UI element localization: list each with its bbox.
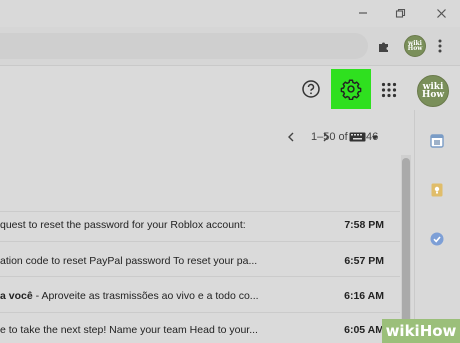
email-time: 6:57 PM <box>344 255 384 267</box>
keyboard-icon[interactable] <box>347 130 381 144</box>
chevron-left-icon[interactable] <box>282 128 300 146</box>
email-time: 6:16 AM <box>344 290 384 302</box>
help-icon[interactable] <box>300 78 322 100</box>
watermark-text: wikiHow <box>385 322 457 340</box>
apps-grid-icon[interactable] <box>379 80 399 100</box>
tasks-icon[interactable] <box>429 231 445 247</box>
email-subject-text: - Aproveite as trasmissões ao vivo e a t… <box>32 290 259 302</box>
email-row-3[interactable]: a você - Aproveite as trasmissões ao viv… <box>0 287 400 307</box>
email-subject-text: ation code to reset PayPal password To r… <box>0 255 258 267</box>
calendar-icon[interactable] <box>429 133 445 149</box>
email-time: 6:05 AM <box>344 324 384 336</box>
chevron-right-icon[interactable] <box>317 128 335 146</box>
gear-icon[interactable] <box>331 69 371 109</box>
scrollbar-thumb[interactable] <box>402 158 410 343</box>
row-divider <box>0 312 400 313</box>
account-avatar[interactable]: wiki How <box>417 75 449 107</box>
kebab-menu-icon[interactable] <box>433 37 447 55</box>
email-subject: e to take the next step! Name your team … <box>0 324 318 336</box>
browser-avatar-text: wiki How <box>407 39 423 52</box>
email-row-4[interactable]: e to take the next step! Name your team … <box>0 321 400 341</box>
email-subject: ation code to reset PayPal password To r… <box>0 255 318 267</box>
row-divider <box>0 241 400 242</box>
email-time: 7:58 PM <box>344 219 384 231</box>
wikihow-watermark: wikiHow <box>382 319 460 343</box>
account-avatar-text: wiki How <box>421 81 445 100</box>
email-subject-bold: a você <box>0 290 33 302</box>
row-divider <box>0 276 400 277</box>
email-row-2[interactable]: ation code to reset PayPal password To r… <box>0 252 400 272</box>
restore-icon[interactable] <box>390 4 410 22</box>
email-row-1[interactable]: quest to reset the password for your Rob… <box>0 216 400 236</box>
email-subject: quest to reset the password for your Rob… <box>0 219 318 231</box>
email-subject-text: e to take the next step! Name your team … <box>0 324 258 336</box>
minimize-icon[interactable] <box>353 4 373 22</box>
row-divider <box>0 211 400 212</box>
close-icon[interactable] <box>431 4 451 22</box>
browser-profile-avatar[interactable]: wiki How <box>404 35 426 57</box>
email-subject-text: quest to reset the password for your Rob… <box>0 219 246 231</box>
email-subject: a você - Aproveite as trasmissões ao viv… <box>0 290 318 302</box>
address-bar[interactable] <box>0 33 368 59</box>
keep-icon[interactable] <box>429 182 445 198</box>
divider <box>0 65 460 66</box>
extensions-icon[interactable] <box>375 37 393 55</box>
